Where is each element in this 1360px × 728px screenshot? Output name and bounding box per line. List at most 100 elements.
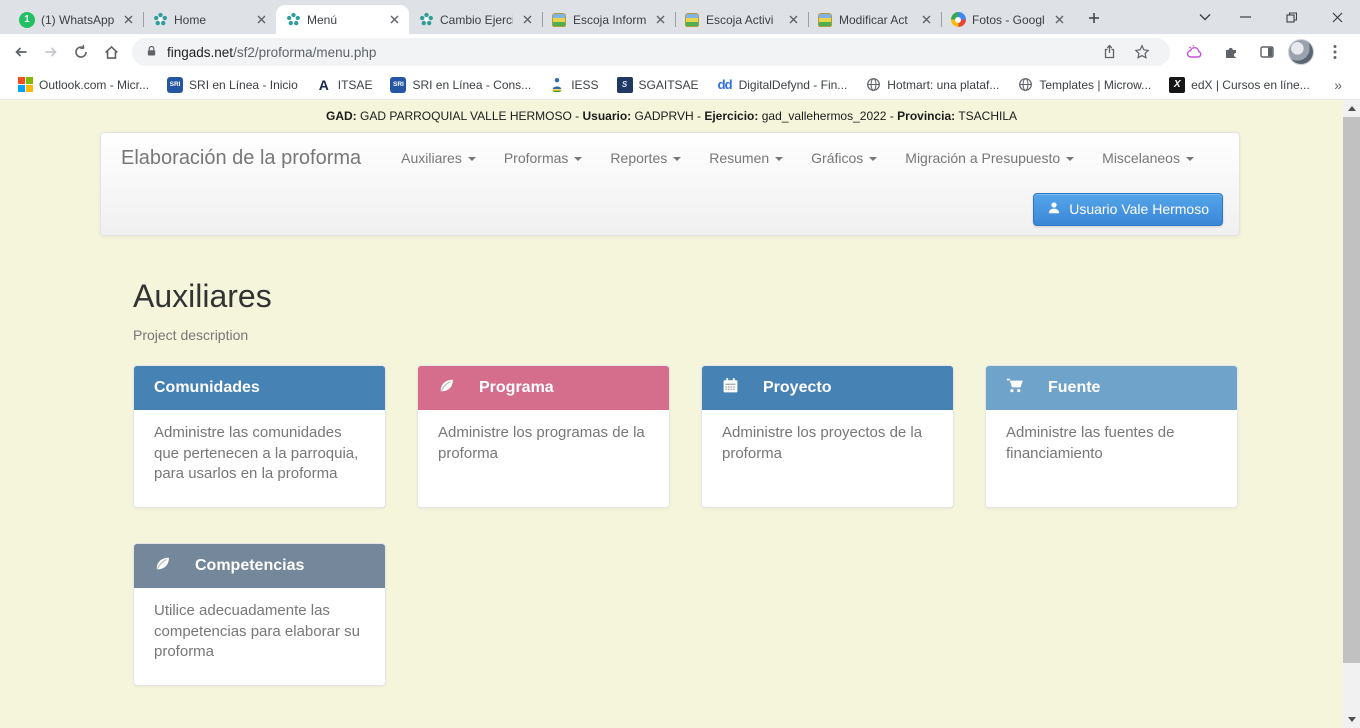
- cards-grid: Comunidades Administre las comunidades q…: [133, 365, 1241, 686]
- tab-modificar-actividad[interactable]: Modificar Act: [808, 5, 941, 34]
- side-panel-icon[interactable]: [1252, 37, 1282, 67]
- gad-seal-icon: [817, 12, 833, 28]
- user-button[interactable]: Usuario Vale Hermoso: [1033, 193, 1223, 226]
- leaf-icon: [154, 555, 171, 577]
- bookmarks-overflow-chevron[interactable]: »: [1326, 77, 1350, 93]
- nav-proformas[interactable]: Proformas: [490, 150, 597, 166]
- bookmark-iess[interactable]: IESS: [542, 74, 605, 96]
- person-icon: [1047, 201, 1061, 218]
- close-icon[interactable]: [120, 12, 136, 28]
- lock-icon: [145, 44, 158, 61]
- page-subtitle: Project description: [133, 327, 1241, 343]
- close-icon[interactable]: [386, 12, 402, 28]
- bookmark-digitaldefynd[interactable]: ddDigitalDefynd - Fin...: [710, 74, 855, 96]
- restore-button[interactable]: [1268, 0, 1314, 34]
- card-competencias-header[interactable]: Competencias: [134, 544, 385, 588]
- address-bar[interactable]: fingads.net/sf2/proforma/menu.php: [132, 38, 1170, 66]
- bookmark-hotmart[interactable]: Hotmart: una plataf...: [858, 74, 1006, 96]
- bookmark-star-icon[interactable]: [1127, 37, 1157, 67]
- nav-reportes[interactable]: Reportes: [596, 150, 695, 166]
- close-icon[interactable]: [785, 12, 801, 28]
- bookmark-itsae[interactable]: AITSAE: [309, 74, 380, 96]
- main-navbar: Elaboración de la proforma Auxiliares Pr…: [100, 132, 1240, 236]
- bookmarks-bar: Outlook.com - Micr... SRISRI en Línea - …: [0, 70, 1360, 100]
- nav-miscelaneos[interactable]: Miscelaneos: [1088, 150, 1208, 166]
- caret-down-icon: [1066, 157, 1074, 161]
- kebab-menu-icon[interactable]: [1320, 37, 1350, 67]
- home-icon[interactable]: [96, 37, 126, 67]
- tab-search-chevron-icon[interactable]: [1188, 0, 1222, 34]
- card-description: Administre los proyectos de la proforma: [702, 410, 953, 480]
- tab-escoja-informacion[interactable]: Escoja Inform: [542, 5, 675, 34]
- card-description: Administre los programas de la proforma: [418, 410, 669, 480]
- toolbar-extensions: [1176, 37, 1354, 67]
- page-scrollbar[interactable]: [1343, 100, 1360, 728]
- scroll-down-icon[interactable]: [1343, 711, 1360, 728]
- bookmark-sri-inicio[interactable]: SRISRI en Línea - Inicio: [160, 74, 305, 96]
- caret-down-icon: [468, 157, 476, 161]
- card-fuente-header[interactable]: Fuente: [986, 366, 1237, 410]
- reload-icon[interactable]: [66, 37, 96, 67]
- card-programa-header[interactable]: Programa: [418, 366, 669, 410]
- scroll-up-icon[interactable]: [1343, 100, 1360, 117]
- forward-icon[interactable]: [36, 37, 66, 67]
- back-icon[interactable]: [6, 37, 36, 67]
- browser-toolbar: fingads.net/sf2/proforma/menu.php: [0, 34, 1360, 70]
- bookmark-templates[interactable]: Templates | Microw...: [1010, 74, 1158, 96]
- close-window-button[interactable]: [1314, 0, 1360, 34]
- fingads-icon: [152, 12, 168, 28]
- close-icon[interactable]: [1051, 12, 1067, 28]
- nav-resumen[interactable]: Resumen: [695, 150, 797, 166]
- nav-auxiliares[interactable]: Auxiliares: [387, 150, 490, 166]
- extensions-puzzle-icon[interactable]: [1216, 37, 1246, 67]
- tab-home[interactable]: Home: [143, 5, 276, 34]
- page-title: Auxiliares: [133, 278, 1241, 315]
- weather-extension-icon[interactable]: [1180, 37, 1210, 67]
- card-comunidades-header[interactable]: Comunidades: [134, 366, 385, 410]
- gad-info-bar: GAD: GAD PARROQUIAL VALLE HERMOSO - Usua…: [0, 100, 1360, 123]
- digitaldefynd-icon: dd: [717, 77, 733, 93]
- sri-icon: SRI: [167, 77, 183, 93]
- close-icon[interactable]: [519, 12, 535, 28]
- tab-menu-active[interactable]: Menú: [276, 5, 409, 34]
- calendar-icon: [722, 377, 739, 399]
- itsae-icon: A: [316, 77, 332, 93]
- web-page: GAD: GAD PARROQUIAL VALLE HERMOSO - Usua…: [0, 100, 1360, 728]
- fingads-icon: [285, 12, 301, 28]
- navbar-brand[interactable]: Elaboración de la proforma: [121, 147, 361, 170]
- nav-graficos[interactable]: Gráficos: [797, 150, 891, 166]
- microsoft-icon: [17, 77, 33, 93]
- card-programa: Programa Administre los programas de la …: [417, 365, 670, 508]
- tab-google-fotos[interactable]: Fotos - Googl: [941, 5, 1074, 34]
- nav-migracion[interactable]: Migración a Presupuesto: [891, 150, 1088, 166]
- bookmark-sgaitsae[interactable]: SSGAITSAE: [610, 74, 706, 96]
- bookmark-sri-consultas[interactable]: SRISRI en Línea - Cons...: [383, 74, 538, 96]
- tab-strip: 1 (1) WhatsApp Home Menú Cambio Ejerci E…: [0, 0, 1360, 34]
- card-description: Utilice adecuadamente las competencias p…: [134, 588, 385, 679]
- minimize-button[interactable]: [1222, 0, 1268, 34]
- close-icon[interactable]: [652, 12, 668, 28]
- leaf-icon: [438, 377, 455, 399]
- caret-down-icon: [574, 157, 582, 161]
- share-icon[interactable]: [1095, 37, 1125, 67]
- google-photos-icon: [950, 12, 966, 28]
- close-icon[interactable]: [253, 12, 269, 28]
- fingads-icon: [418, 12, 434, 28]
- profile-avatar[interactable]: [1288, 39, 1314, 65]
- card-proyecto-header[interactable]: Proyecto: [702, 366, 953, 410]
- cart-icon: [1006, 377, 1024, 399]
- bookmark-outlook[interactable]: Outlook.com - Micr...: [10, 74, 156, 96]
- close-icon[interactable]: [918, 12, 934, 28]
- whatsapp-icon: 1: [19, 12, 35, 28]
- caret-down-icon: [869, 157, 877, 161]
- tab-whatsapp[interactable]: 1 (1) WhatsApp: [10, 5, 143, 34]
- card-description: Administre las comunidades que pertenece…: [134, 410, 385, 501]
- caret-down-icon: [775, 157, 783, 161]
- new-tab-button[interactable]: [1080, 4, 1108, 32]
- scrollbar-thumb[interactable]: [1343, 117, 1360, 663]
- bookmark-edx[interactable]: XedX | Cursos en líne...: [1162, 74, 1317, 96]
- iess-icon: [549, 77, 565, 93]
- globe-icon: [1017, 77, 1033, 93]
- tab-escoja-actividad[interactable]: Escoja Activi: [675, 5, 808, 34]
- tab-cambio-ejercicio[interactable]: Cambio Ejerci: [409, 5, 542, 34]
